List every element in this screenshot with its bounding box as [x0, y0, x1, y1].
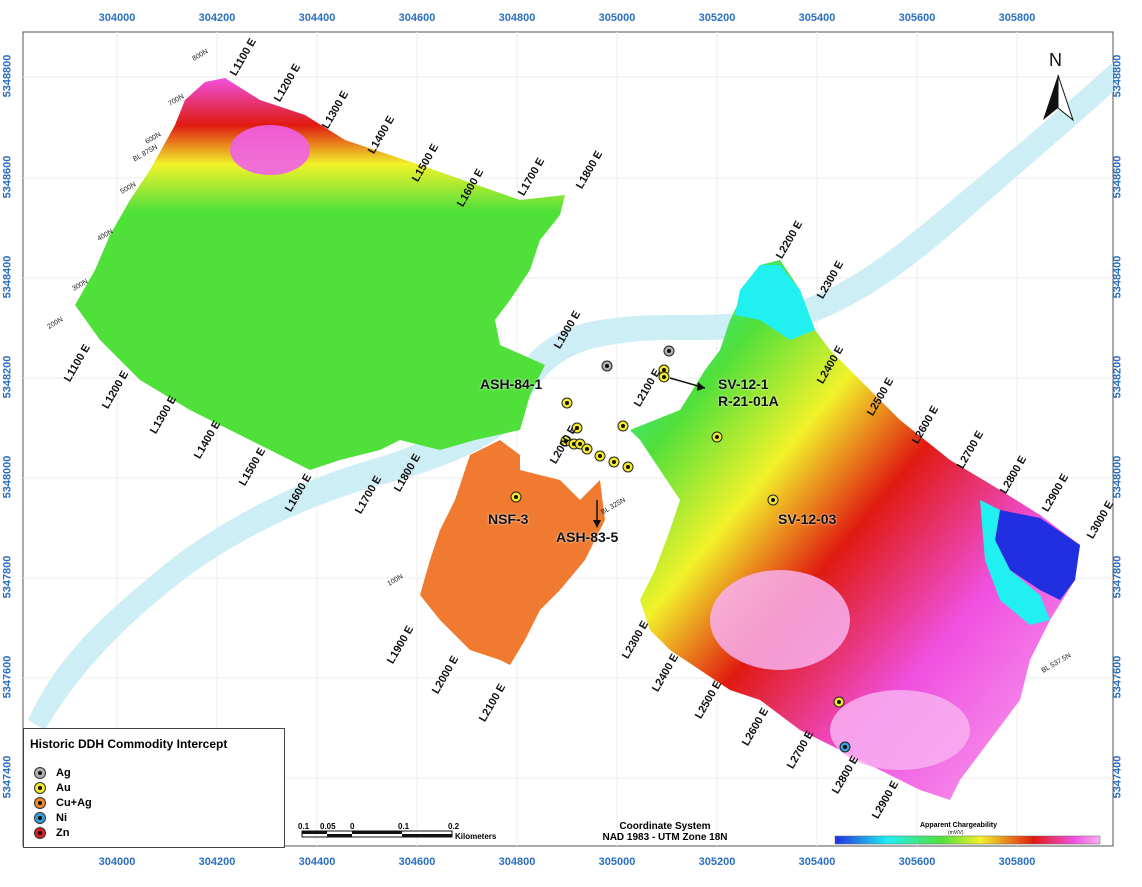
- scale-label: 0.1: [298, 822, 310, 831]
- y-tick-left: 5348600: [1, 155, 14, 199]
- y-tick-right: 5348800: [1111, 54, 1124, 98]
- y-tick-left: 5348400: [1, 255, 14, 299]
- drillhole-label: NSF-3: [488, 511, 529, 527]
- x-tick-bottom: 305200: [698, 856, 736, 868]
- coordinate-system-title: Coordinate System: [619, 821, 711, 832]
- y-tick-right: 5347600: [1111, 655, 1124, 699]
- x-tick-bottom: 305800: [998, 856, 1036, 868]
- x-tick-top: 304600: [398, 12, 436, 24]
- y-tick-left: 5348000: [1, 455, 14, 499]
- legend-marker-icon: [34, 782, 46, 794]
- y-tick-right: 5347800: [1111, 555, 1124, 599]
- y-tick-right: 5348400: [1111, 255, 1124, 299]
- x-tick-bottom: 304200: [198, 856, 236, 868]
- x-tick-bottom: 304600: [398, 856, 436, 868]
- legend-marker-icon: [34, 812, 46, 824]
- coordinate-system: Coordinate System NAD 1983 - UTM Zone 18…: [575, 821, 755, 843]
- y-tick-right: 5347400: [1111, 755, 1124, 799]
- legend-marker-icon: [34, 797, 46, 809]
- y-tick-left: 5347400: [1, 755, 14, 799]
- x-tick-top: 305600: [898, 12, 936, 24]
- scale-label: 0: [350, 822, 355, 831]
- legend-marker-icon: [34, 827, 46, 839]
- colorbar-title: Apparent Chargeability: [920, 822, 998, 829]
- x-tick-top: 305400: [798, 12, 836, 24]
- colorbar: [834, 835, 1101, 845]
- scale-label: 0.1: [398, 822, 410, 831]
- y-tick-right: 5348000: [1111, 455, 1124, 499]
- y-tick-right: 5348200: [1111, 355, 1124, 399]
- legend: Historic DDH Commodity Intercept Ag Au C…: [23, 728, 285, 848]
- coordinate-system-value: NAD 1983 - UTM Zone 18N: [602, 832, 728, 843]
- drillhole-label: ASH-84-1: [480, 376, 543, 392]
- x-tick-top: 304000: [98, 12, 136, 24]
- legend-title: Historic DDH Commodity Intercept: [30, 737, 228, 751]
- legend-item-zn: Zn: [34, 827, 69, 839]
- x-tick-top: 305800: [998, 12, 1036, 24]
- map-frame: 304000 304200 304400 304600 304800 30500…: [0, 0, 1142, 882]
- legend-label: Ni: [56, 812, 67, 824]
- x-tick-top: 304800: [498, 12, 536, 24]
- legend-item-ag: Ag: [34, 767, 71, 779]
- y-tick-left: 5348200: [1, 355, 14, 399]
- legend-item-ni: Ni: [34, 812, 67, 824]
- x-tick-bottom: 304800: [498, 856, 536, 868]
- x-tick-bottom: 305000: [598, 856, 636, 868]
- drillhole-label: R-21-01A: [718, 393, 779, 409]
- scale-label: 0.2: [448, 822, 460, 831]
- x-tick-bottom: 305400: [798, 856, 836, 868]
- x-tick-top: 305200: [698, 12, 736, 24]
- legend-label: Ag: [56, 767, 71, 779]
- y-tick-left: 5347600: [1, 655, 14, 699]
- drillhole-label: ASH-83-5: [556, 529, 619, 545]
- legend-label: Au: [56, 782, 71, 794]
- drillhole-label: SV-12-03: [778, 511, 837, 527]
- x-tick-top: 304200: [198, 12, 236, 24]
- legend-label: Cu+Ag: [56, 797, 92, 809]
- x-tick-bottom: 304000: [98, 856, 136, 868]
- y-tick-left: 5347800: [1, 555, 14, 599]
- scale-label: 0.05: [320, 822, 336, 831]
- legend-marker-icon: [34, 767, 46, 779]
- x-tick-bottom: 304400: [298, 856, 336, 868]
- legend-item-cu-ag: Cu+Ag: [34, 797, 92, 809]
- x-tick-bottom: 305600: [898, 856, 936, 868]
- y-tick-right: 5348600: [1111, 155, 1124, 199]
- legend-label: Zn: [56, 827, 70, 839]
- x-tick-top: 305000: [598, 12, 636, 24]
- colorbar-unit: (mV/V): [948, 830, 964, 836]
- scale-bar: [301, 830, 453, 838]
- anomaly-high-east: [710, 570, 850, 670]
- scale-unit: Kilometers: [455, 832, 497, 841]
- legend-item-au: Au: [34, 782, 71, 794]
- y-tick-left: 5348800: [1, 54, 14, 98]
- drillhole-label: SV-12-1: [718, 376, 769, 392]
- x-tick-top: 304400: [298, 12, 336, 24]
- anomaly-high-west: [230, 125, 310, 175]
- north-label: N: [1049, 50, 1062, 70]
